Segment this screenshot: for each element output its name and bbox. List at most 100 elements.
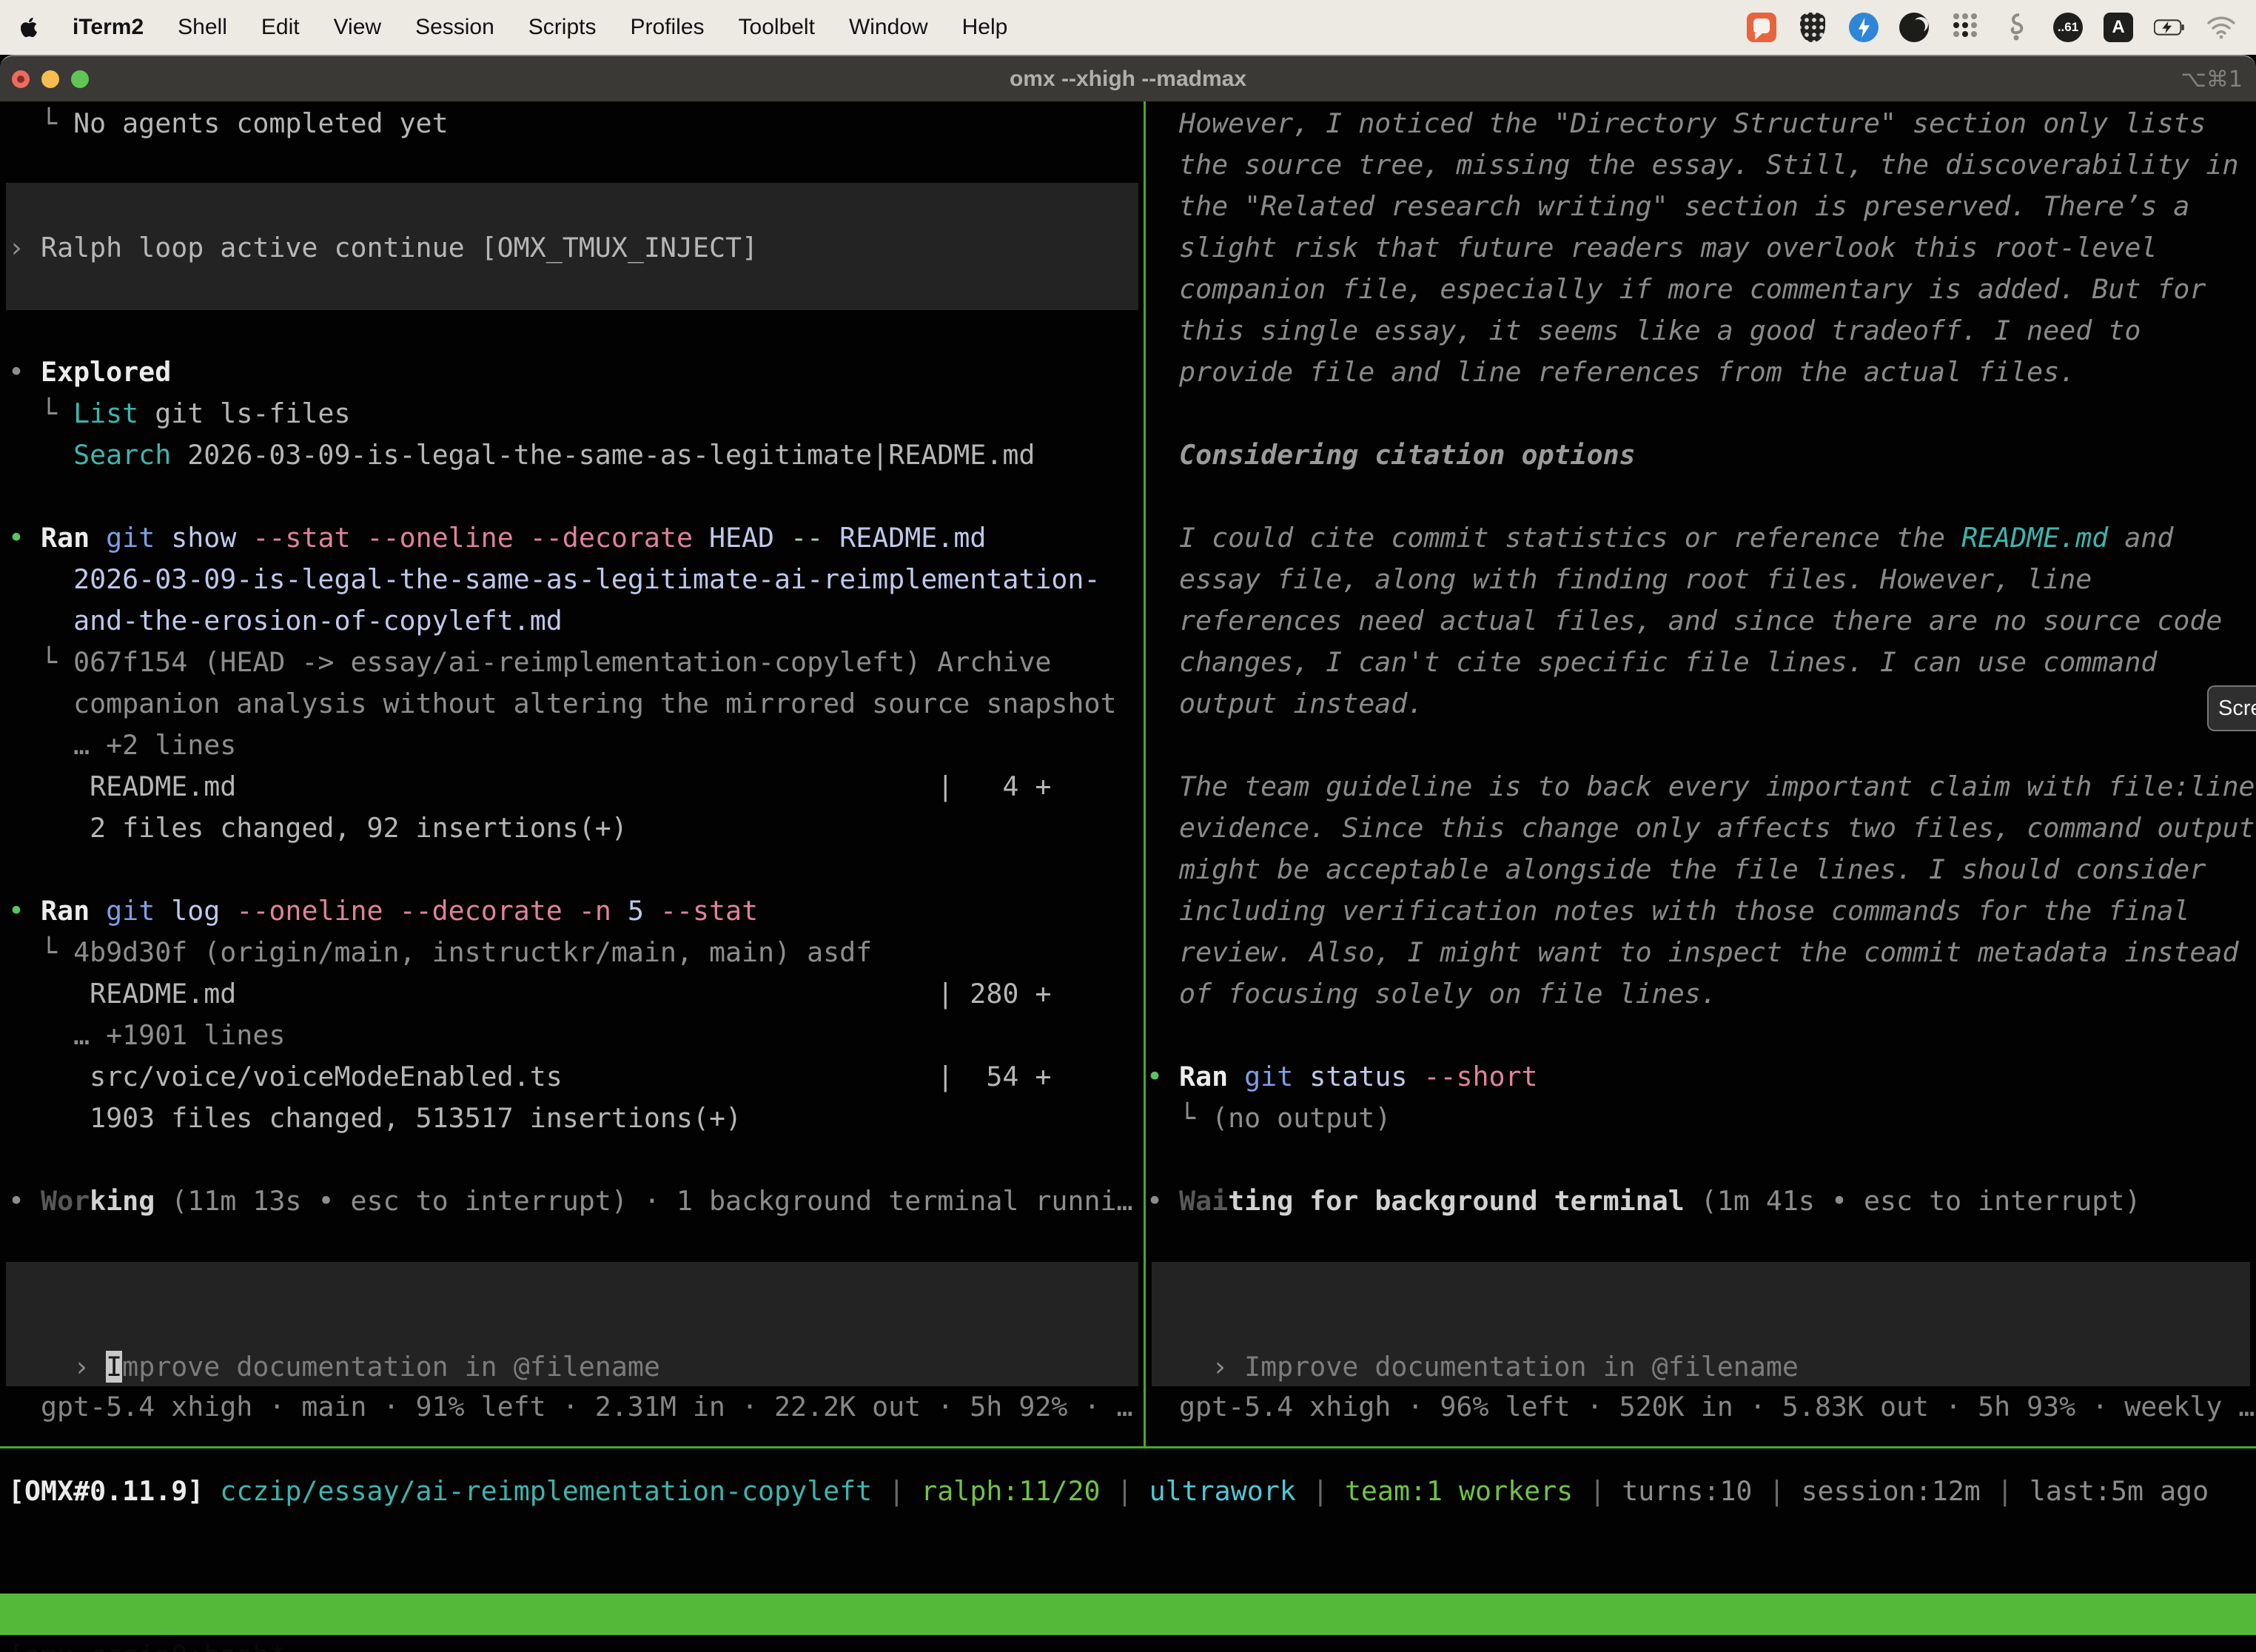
text-segment: | [1296, 1475, 1345, 1507]
terminal[interactable]: └ No agents completed yet › Ralph loop a… [0, 101, 2256, 1652]
terminal-line [1147, 476, 2256, 517]
text-segment: • [8, 356, 41, 388]
terminal-line: review. Also, I might want to inspect th… [1147, 932, 2256, 973]
window-shortcut-badge: ⌥⌘1 [2181, 67, 2243, 93]
text-segment: └ [8, 936, 73, 968]
text-segment: 5 [611, 895, 660, 927]
right-session-status: gpt-5.4 xhigh · 96% left · 520K in · 5.8… [1179, 1386, 2255, 1428]
terminal-line: the "Related research writing" section i… [1147, 186, 2256, 227]
terminal-line: └ 067f154 (HEAD -> essay/ai-reimplementa… [8, 642, 1140, 683]
text-segment: 2 files changed, 92 insertions(+) [8, 812, 628, 844]
terminal-line [8, 476, 1140, 517]
text-segment: references need actual files, and since … [1147, 605, 2222, 637]
text-segment: show [155, 522, 252, 554]
text-segment: --short [1423, 1061, 1537, 1092]
screenshot-notification[interactable]: Scre [2207, 685, 2256, 731]
text-segment: (1m 41s • esc to interrupt) [1685, 1185, 2141, 1217]
text-segment: this single essay, it seems like a good … [1147, 315, 2141, 346]
text-segment: -- [790, 522, 823, 554]
text-segment: ralph:11/20 [921, 1475, 1100, 1507]
terminal-line: README.md | 280 + [8, 973, 1140, 1015]
menu-item-window[interactable]: Window [849, 15, 928, 40]
right-pane[interactable]: However, I noticed the "Directory Struct… [1138, 101, 2256, 1222]
text-segment: List [73, 397, 138, 429]
text-segment: 4b9d30f (origin/main, instructkr/main, m… [73, 936, 872, 968]
text-segment: git [106, 895, 155, 927]
text-segment: • [8, 895, 41, 927]
sync-badge-icon[interactable] [1849, 13, 1879, 42]
menu-item-scripts[interactable]: Scripts [528, 15, 597, 40]
text-segment: the source tree, missing the essay. Stil… [1147, 149, 2238, 181]
text-segment: Considering citation options [1147, 439, 1636, 471]
chat-icon[interactable] [1747, 13, 1776, 42]
text-segment: └ [8, 646, 73, 678]
privacy-shield-icon[interactable] [1797, 12, 1828, 43]
text-segment: Wor [41, 1185, 90, 1217]
terminal-line [8, 310, 1140, 352]
text-segment: • [1147, 1185, 1179, 1217]
text-segment: HEAD [693, 522, 790, 554]
tmux-status-bar: [omx-cczip0:bash* "MacBook-Pro-44.local"… [0, 1594, 2256, 1635]
terminal-line: essay file, along with finding root file… [1147, 559, 2256, 600]
terminal-line [8, 269, 1140, 310]
menu-bar-left: iTerm2 Shell Edit View Session Scripts P… [19, 15, 1007, 40]
text-segment: • [8, 522, 41, 554]
text-segment: log [155, 895, 236, 927]
app-grid-dots-icon[interactable] [1950, 12, 1981, 43]
text-segment: of focusing solely on file lines. [1147, 978, 1717, 1010]
prompt-chevron: › [1212, 1351, 1244, 1383]
input-source-icon[interactable]: A [2104, 13, 2133, 42]
text-segment: [OMX#0.11.9] [8, 1475, 204, 1507]
text-segment: Ran [1179, 1061, 1228, 1092]
text-segment [8, 439, 73, 471]
left-pane[interactable]: └ No agents completed yet › Ralph loop a… [0, 101, 1140, 1222]
menu-item-view[interactable]: View [334, 15, 381, 40]
pane-divider-vertical[interactable] [1144, 101, 1146, 1446]
terminal-line: slight risk that future readers may over… [1147, 227, 2256, 269]
terminal-line: └ List git ls-files [8, 393, 1140, 434]
menu-item-help[interactable]: Help [962, 15, 1008, 40]
window-title-bar[interactable]: omx --xhigh --madmax ⌥⌘1 [0, 55, 2256, 101]
tmux-session-window[interactable]: [omx-cczip0:bash* [8, 1635, 285, 1652]
terminal-line [1147, 1015, 2256, 1056]
apple-menu-icon[interactable] [19, 16, 38, 38]
wifi-icon[interactable] [2206, 12, 2237, 43]
text-segment: | [872, 1475, 921, 1507]
battery-icon[interactable] [2154, 12, 2185, 43]
squiggle-icon[interactable] [2001, 12, 2032, 43]
text-segment: README.md | 280 + [8, 978, 1051, 1010]
counter-badge-icon[interactable]: ..61 [2053, 13, 2083, 42]
text-segment: changes, I can't cite specific file line… [1147, 646, 2157, 678]
menu-item-toolbelt[interactable]: Toolbelt [739, 15, 815, 40]
moon-icon[interactable] [1899, 13, 1929, 42]
text-segment: turns:10 [1622, 1475, 1752, 1507]
terminal-line: src/voice/voiceModeEnabled.ts | 54 + [8, 1056, 1140, 1098]
terminal-line: Search 2026-03-09-is-legal-the-same-as-l… [8, 434, 1140, 476]
menu-item-session[interactable]: Session [415, 15, 494, 40]
terminal-line: The team guideline is to back every impo… [1147, 766, 2256, 807]
menu-item-iterm2[interactable]: iTerm2 [73, 15, 144, 40]
text-segment: slight risk that future readers may over… [1147, 232, 2157, 263]
text-segment: ultrawork [1149, 1475, 1296, 1507]
terminal-line: including verification notes with those … [1147, 890, 2256, 932]
text-segment: and [2108, 522, 2173, 554]
text-segment: README.md [823, 522, 986, 554]
menu-item-edit[interactable]: Edit [261, 15, 300, 40]
terminal-line: › Ralph loop active continue [OMX_TMUX_I… [8, 227, 1140, 269]
terminal-line: output instead. [1147, 683, 2256, 725]
terminal-line: this single essay, it seems like a good … [1147, 310, 2256, 352]
terminal-line: provide file and line references from th… [1147, 352, 2256, 393]
menu-item-shell[interactable]: Shell [178, 15, 227, 40]
text-segment: • [1147, 1061, 1179, 1092]
text-segment: Explored [41, 356, 171, 388]
pane-divider-horizontal[interactable] [0, 1446, 2256, 1448]
terminal-line [1147, 393, 2256, 434]
terminal-line: references need actual files, and since … [1147, 600, 2256, 642]
terminal-line: … +2 lines [8, 725, 1140, 766]
text-segment: ting for background terminal [1228, 1185, 1685, 1217]
menu-item-profiles[interactable]: Profiles [630, 15, 704, 40]
text-segment: … +2 lines [8, 729, 236, 761]
terminal-line [8, 144, 1140, 186]
left-input-value: mprove documentation in @filename [122, 1351, 660, 1383]
text-segment: The team guideline is to back every impo… [1147, 770, 2255, 802]
